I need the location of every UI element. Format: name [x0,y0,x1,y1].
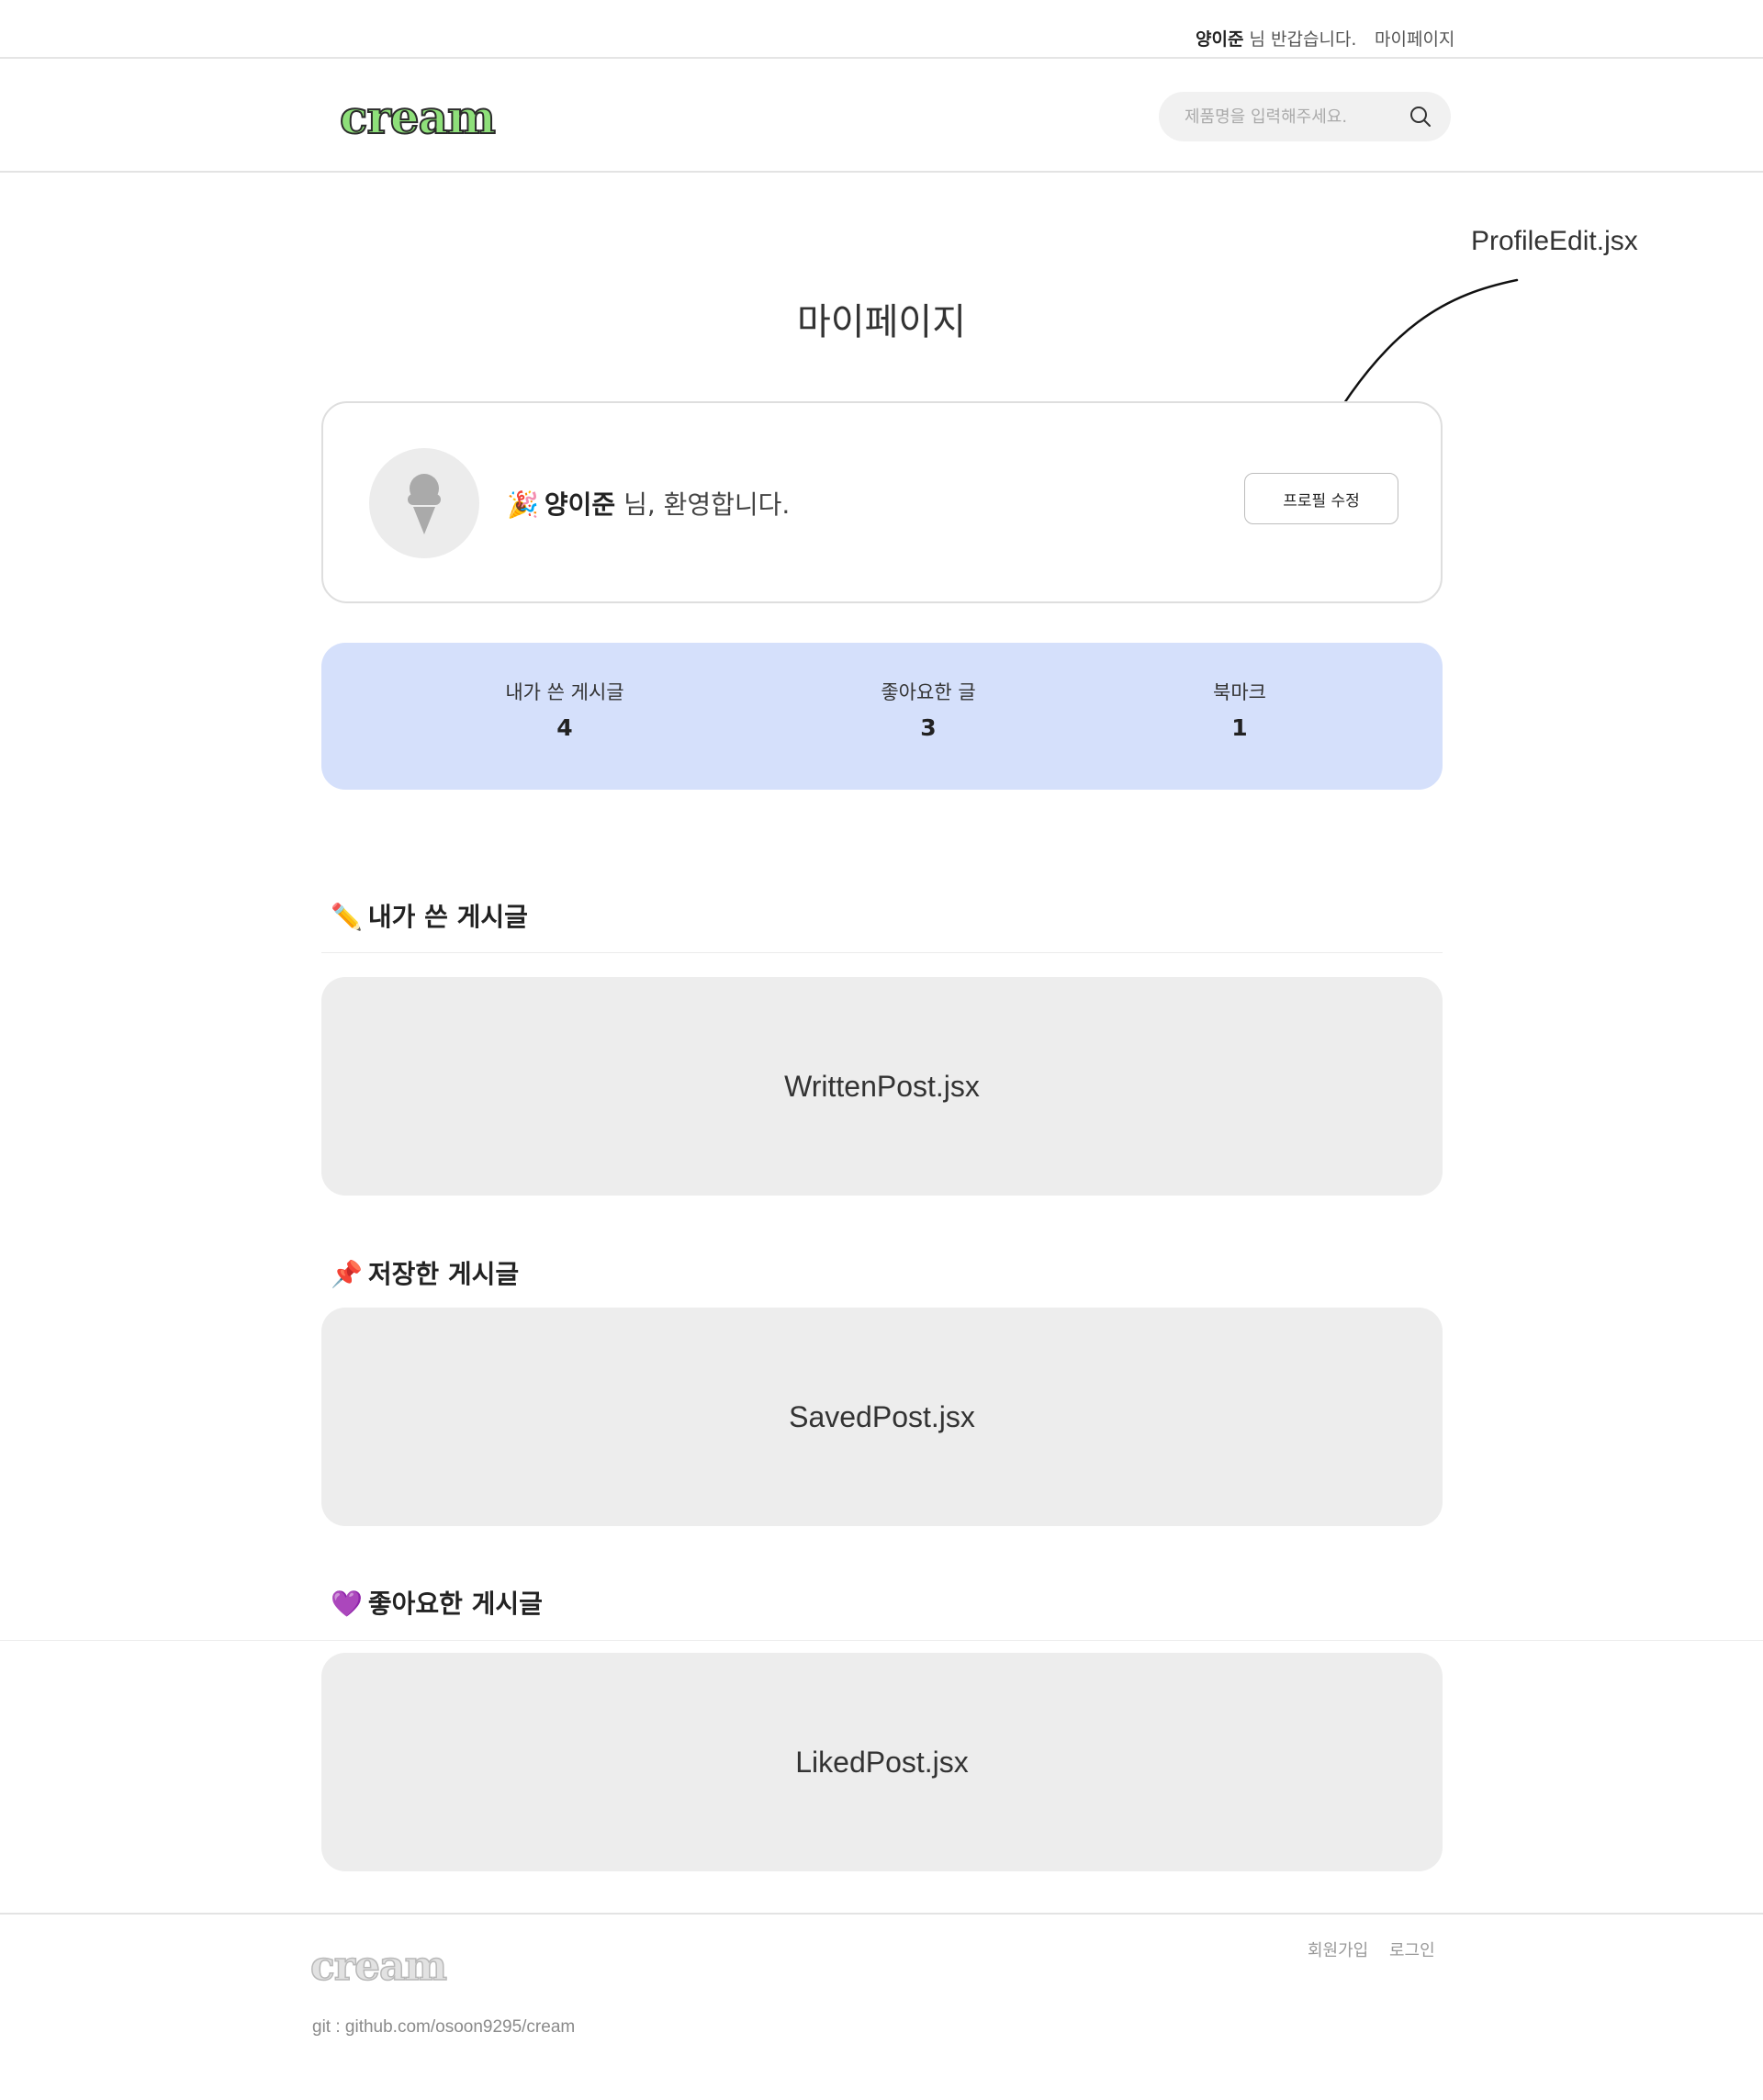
top-greeting-suffix: 님 반갑습니다. [1249,29,1357,50]
section-title-saved: 📌 저장한 게시글 [331,1254,519,1291]
logo-text: cream [339,89,497,145]
top-user-name: 양이준 [1196,29,1244,50]
stat-written-posts[interactable]: 내가 쓴 게시글 4 [427,643,702,790]
welcome-message: 🎉 양이준 님, 환영합니다. [507,485,790,522]
ice-cream-icon [408,474,441,534]
party-icon: 🎉 [507,489,539,520]
welcome-user-name: 양이준 [544,489,616,520]
annotation-label: ProfileEdit.jsx [1471,226,1638,256]
mypage-link[interactable]: 마이페이지 [1375,26,1454,51]
pencil-icon: ✏️ [331,902,363,932]
stat-label: 내가 쓴 게시글 [505,681,624,703]
liked-posts-placeholder: LikedPost.jsx [795,1745,969,1779]
git-repo-link[interactable]: git : github.com/osoon9295/cream [312,2017,575,2038]
stat-value: 4 [556,714,573,741]
written-posts-list: WrittenPost.jsx [321,977,1443,1196]
site-header [0,59,1763,173]
avatar [369,448,479,558]
stat-value: 1 [1231,714,1248,741]
stat-liked-posts[interactable]: 좋아요한 글 3 [791,643,1066,790]
pushpin-icon: 📌 [331,1259,363,1289]
login-link[interactable]: 로그인 [1389,1937,1435,1961]
profile-edit-button[interactable]: 프로필 수정 [1244,473,1398,524]
stat-bookmarks[interactable]: 북마크 1 [1102,643,1377,790]
site-footer [0,1913,1763,2100]
top-utility-bar [0,0,1763,59]
search-bar [1159,92,1451,141]
section-divider [0,1640,1763,1641]
purple-heart-icon: 💜 [331,1589,363,1619]
search-input[interactable] [1185,92,1396,141]
section-title-text: 좋아요한 게시글 [367,1589,543,1619]
stat-label: 좋아요한 글 [881,681,976,703]
section-title-written: ✏️ 내가 쓴 게시글 [331,897,528,934]
logo[interactable]: cream [339,89,497,145]
signup-link[interactable]: 회원가입 [1308,1937,1368,1961]
section-divider [321,952,1443,953]
search-icon[interactable] [1409,105,1432,129]
section-title-text: 저장한 게시글 [367,1259,520,1289]
stat-label: 북마크 [1213,681,1266,703]
saved-posts-list: SavedPost.jsx [321,1308,1443,1526]
stat-value: 3 [920,714,937,741]
section-title-liked: 💜 좋아요한 게시글 [331,1584,543,1621]
stats-panel: 내가 쓴 게시글 4 좋아요한 글 3 북마크 1 [321,643,1443,790]
section-title-text: 내가 쓴 게시글 [367,902,528,932]
page-title: 마이페이지 [797,301,966,343]
welcome-suffix: 님, 환영합니다. [623,489,791,520]
liked-posts-list: LikedPost.jsx [321,1653,1443,1871]
footer-logo[interactable]: cream [309,1942,448,1992]
top-greeting: 양이준 님 반갑습니다. [1196,26,1356,51]
written-posts-placeholder: WrittenPost.jsx [784,1069,980,1103]
saved-posts-placeholder: SavedPost.jsx [789,1399,975,1433]
